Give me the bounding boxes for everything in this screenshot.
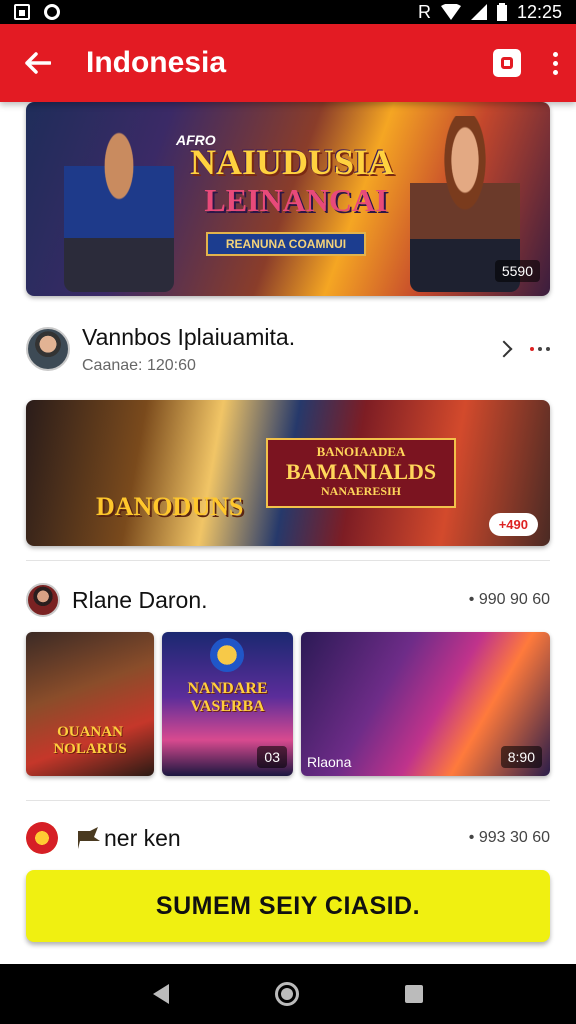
battery-icon [496, 3, 507, 21]
feed-item-title: Rlane Daron. [72, 586, 208, 613]
avatar [26, 583, 60, 617]
thumbnail-2[interactable]: NANDARE VASERBA 03 [162, 632, 293, 776]
status-left [14, 4, 60, 20]
emblem-avatar [26, 822, 58, 854]
more-horiz-icon[interactable] [530, 347, 550, 351]
status-right: R 12:25 [418, 2, 562, 23]
banner-ribbon: REANUNA COAMNUI [206, 232, 366, 256]
banner-title-line-2: BAMANIALDS [285, 459, 437, 484]
banner-count-badge: 5590 [494, 260, 540, 282]
feed-content: AFRO NAIUDUSIA LEINANCAI REANUNA COAMNUI… [0, 102, 576, 964]
network-label: R [417, 1, 431, 22]
feed-item-header-1[interactable]: Vannbos Iplaiuamita. Caanae: 120:60 [26, 318, 550, 380]
nav-recents-icon[interactable] [405, 985, 423, 1003]
banner-left-title: DANODUNS [96, 492, 244, 521]
cta-button[interactable]: SUMEM SEIY CIASID. [26, 870, 550, 942]
system-nav-bar [0, 964, 576, 1024]
banner-title-line-3: NANAERESIH [320, 484, 401, 499]
back-arrow-icon[interactable] [18, 43, 58, 83]
more-vert-icon[interactable] [553, 51, 558, 75]
nav-back-icon[interactable] [153, 984, 169, 1004]
feed-item-title: ner ken [104, 824, 181, 851]
thumbnail-caption: Rlaona [307, 754, 352, 770]
share-icon[interactable] [495, 340, 513, 358]
notification-circle-icon [44, 4, 60, 20]
page-title: Indonesia [86, 46, 227, 79]
feed-banner-2[interactable]: DANODUNS BANOIAADEA BAMANIALDS NANAERESI… [26, 400, 550, 546]
thumbnail-caption: OUANAN NOLARUS [53, 724, 127, 757]
wifi-icon [440, 4, 461, 20]
feed-banner-1[interactable]: AFRO NAIUDUSIA LEINANCAI REANUNA COAMNUI… [26, 102, 550, 296]
thumbnail-caption: NANDARE VASERBA [187, 680, 268, 715]
app-bar: Indonesia [0, 24, 576, 102]
hero-warrior-image [64, 112, 174, 292]
emblem-icon [210, 638, 244, 672]
nav-home-icon[interactable] [275, 982, 299, 1006]
status-time: 12:25 [516, 1, 562, 22]
feed-item-text: ner ken [104, 825, 469, 852]
avatar [26, 327, 70, 371]
notification-square-icon [14, 4, 30, 20]
banner-subtitle: LEINANCAI [204, 182, 388, 218]
flag-icon [78, 827, 100, 849]
feed-item-meta: • 993 30 60 [468, 829, 550, 846]
thumbnail-badge: 8:90 [500, 746, 542, 768]
signal-icon [470, 4, 487, 20]
feed-item-subtitle: Caanae: 120:60 [82, 356, 196, 374]
feed-item-header-2[interactable]: Rlane Daron. • 990 90 60 [26, 576, 550, 624]
feed-item-text: Rlane Daron. [72, 587, 469, 614]
banner-title: NAIUDUSIA [189, 142, 395, 182]
divider [26, 560, 550, 561]
banner-title-box: BANOIAADEA BAMANIALDS NANAERESIH [266, 438, 456, 508]
banner-pill-badge: +490 [488, 513, 538, 536]
feed-item-title: Vannbos Iplaiuamita. [82, 323, 296, 350]
status-bar: R 12:25 [0, 0, 576, 24]
thumbnail-1[interactable]: OUANAN NOLARUS [26, 632, 154, 776]
banner-title-line-1: BANOIAADEA [316, 444, 406, 459]
feed-item-text: Vannbos Iplaiuamita. Caanae: 120:60 [82, 324, 498, 375]
search-icon[interactable] [493, 49, 521, 77]
feed-item-meta: • 990 90 60 [468, 591, 550, 608]
feed-item-actions [495, 340, 550, 358]
thumbnail-badge: 03 [257, 746, 287, 768]
thumbnail-3[interactable]: Rlaona 8:90 [301, 632, 550, 776]
divider [26, 800, 550, 801]
feed-item-header-3[interactable]: ner ken • 993 30 60 [26, 814, 550, 862]
